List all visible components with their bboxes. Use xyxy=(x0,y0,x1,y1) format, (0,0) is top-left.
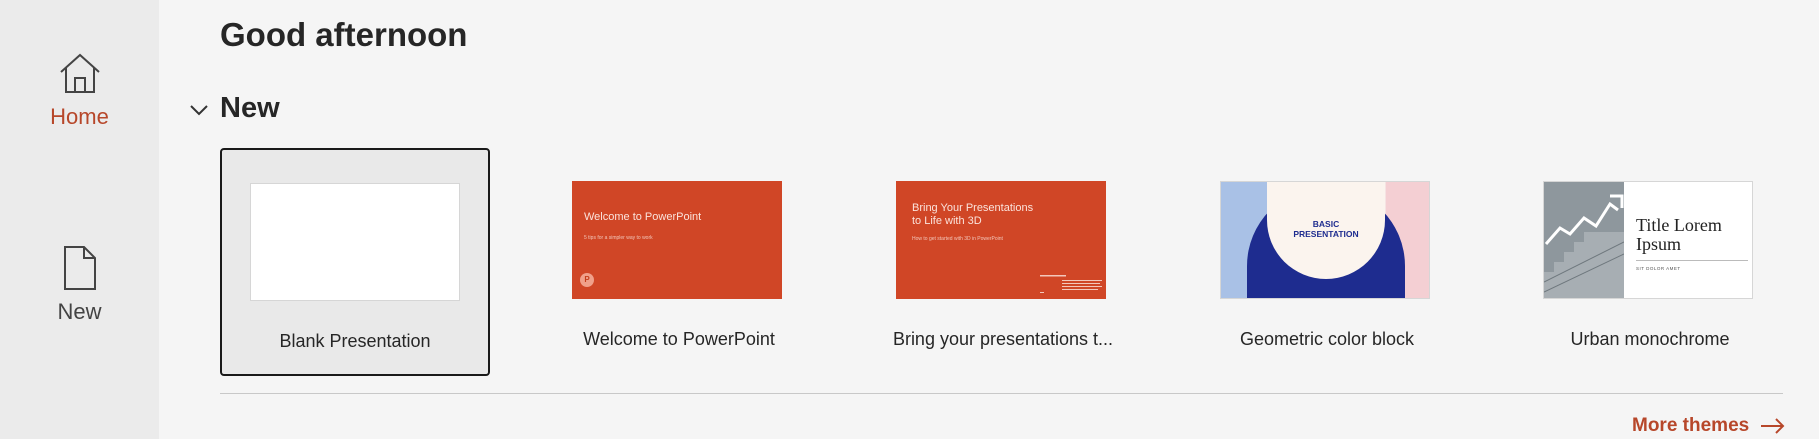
greeting: Good afternoon xyxy=(220,16,468,53)
thumb-text-panel: Title Lorem Ipsum SIT DOLOR AMET xyxy=(1624,182,1752,298)
thumb-title-line: Bring Your Presentations xyxy=(912,202,1034,214)
template-label: Blank Presentation xyxy=(279,331,431,351)
template-thumbnail xyxy=(250,183,460,301)
template-thumbnail: Title Lorem Ipsum SIT DOLOR AMET xyxy=(1543,181,1753,299)
powerpoint-logo-icon: P xyxy=(580,273,594,287)
thumb-title-line: to Life with 3D xyxy=(912,215,982,227)
new-document-icon xyxy=(63,246,96,290)
geometric-artwork xyxy=(1221,182,1429,298)
arrow-right-icon xyxy=(1761,418,1785,434)
template-welcome-to-powerpoint[interactable]: Welcome to PowerPoint 5 tips for a simpl… xyxy=(544,148,814,376)
thumb-title-line: BASIC xyxy=(1312,219,1340,229)
more-themes-link[interactable]: More themes xyxy=(1632,415,1786,437)
sidebar-item-home[interactable]: Home xyxy=(0,50,159,130)
thumb-title: Title Lorem Ipsum xyxy=(1636,216,1722,254)
thumb-subtitle: SIT DOLOR AMET xyxy=(1636,266,1681,271)
template-thumbnail: Bring Your Presentations to Life with 3D… xyxy=(896,181,1106,299)
thumb-title-line: Ipsum xyxy=(1636,234,1681,254)
thumb-title: Bring Your Presentations to Life with 3D xyxy=(912,202,1033,228)
thumb-title: Welcome to PowerPoint xyxy=(584,211,702,223)
template-urban-monochrome[interactable]: Title Lorem Ipsum SIT DOLOR AMET Urban m… xyxy=(1515,148,1785,376)
thumb-title-line: Title Lorem xyxy=(1636,215,1722,235)
template-thumbnail: BASIC PRESENTATION xyxy=(1220,181,1430,299)
section-divider xyxy=(220,393,1783,394)
template-label: Bring your presentations t... xyxy=(892,329,1114,349)
template-thumbnail: Welcome to PowerPoint 5 tips for a simpl… xyxy=(572,181,782,299)
chevron-down-icon[interactable] xyxy=(184,95,214,125)
template-geometric-color-block[interactable]: BASIC PRESENTATION Geometric color block xyxy=(1192,148,1462,376)
thumb-divider xyxy=(1636,260,1748,261)
template-blank-presentation[interactable]: Blank Presentation xyxy=(220,148,490,376)
home-icon xyxy=(59,53,100,93)
template-bring-presentations-3d[interactable]: Bring Your Presentations to Life with 3D… xyxy=(868,148,1138,376)
thumb-title: BASIC PRESENTATION xyxy=(1265,219,1387,239)
section-title: New xyxy=(220,92,280,124)
template-label: Welcome to PowerPoint xyxy=(583,329,775,349)
thumb-title-line: PRESENTATION xyxy=(1293,229,1359,239)
sidebar-item-label: New xyxy=(57,299,102,324)
thumb-notes-decoration xyxy=(1040,275,1102,293)
more-themes-label: More themes xyxy=(1632,415,1750,436)
sidebar-item-label: Home xyxy=(50,104,109,129)
thumb-subtitle: How to get started with 3D in PowerPoint xyxy=(912,236,1003,242)
main-content: Good afternoon New Blank Presentation We… xyxy=(159,0,1819,439)
stairs-graph-photo xyxy=(1544,182,1624,298)
template-label: Geometric color block xyxy=(1239,329,1415,349)
sidebar: Home New xyxy=(0,0,159,439)
thumb-photo xyxy=(1544,182,1624,298)
sidebar-item-new[interactable]: New xyxy=(0,245,159,325)
thumb-subtitle: 5 tips for a simpler way to work xyxy=(584,235,653,241)
template-label: Urban monochrome xyxy=(1570,329,1730,349)
